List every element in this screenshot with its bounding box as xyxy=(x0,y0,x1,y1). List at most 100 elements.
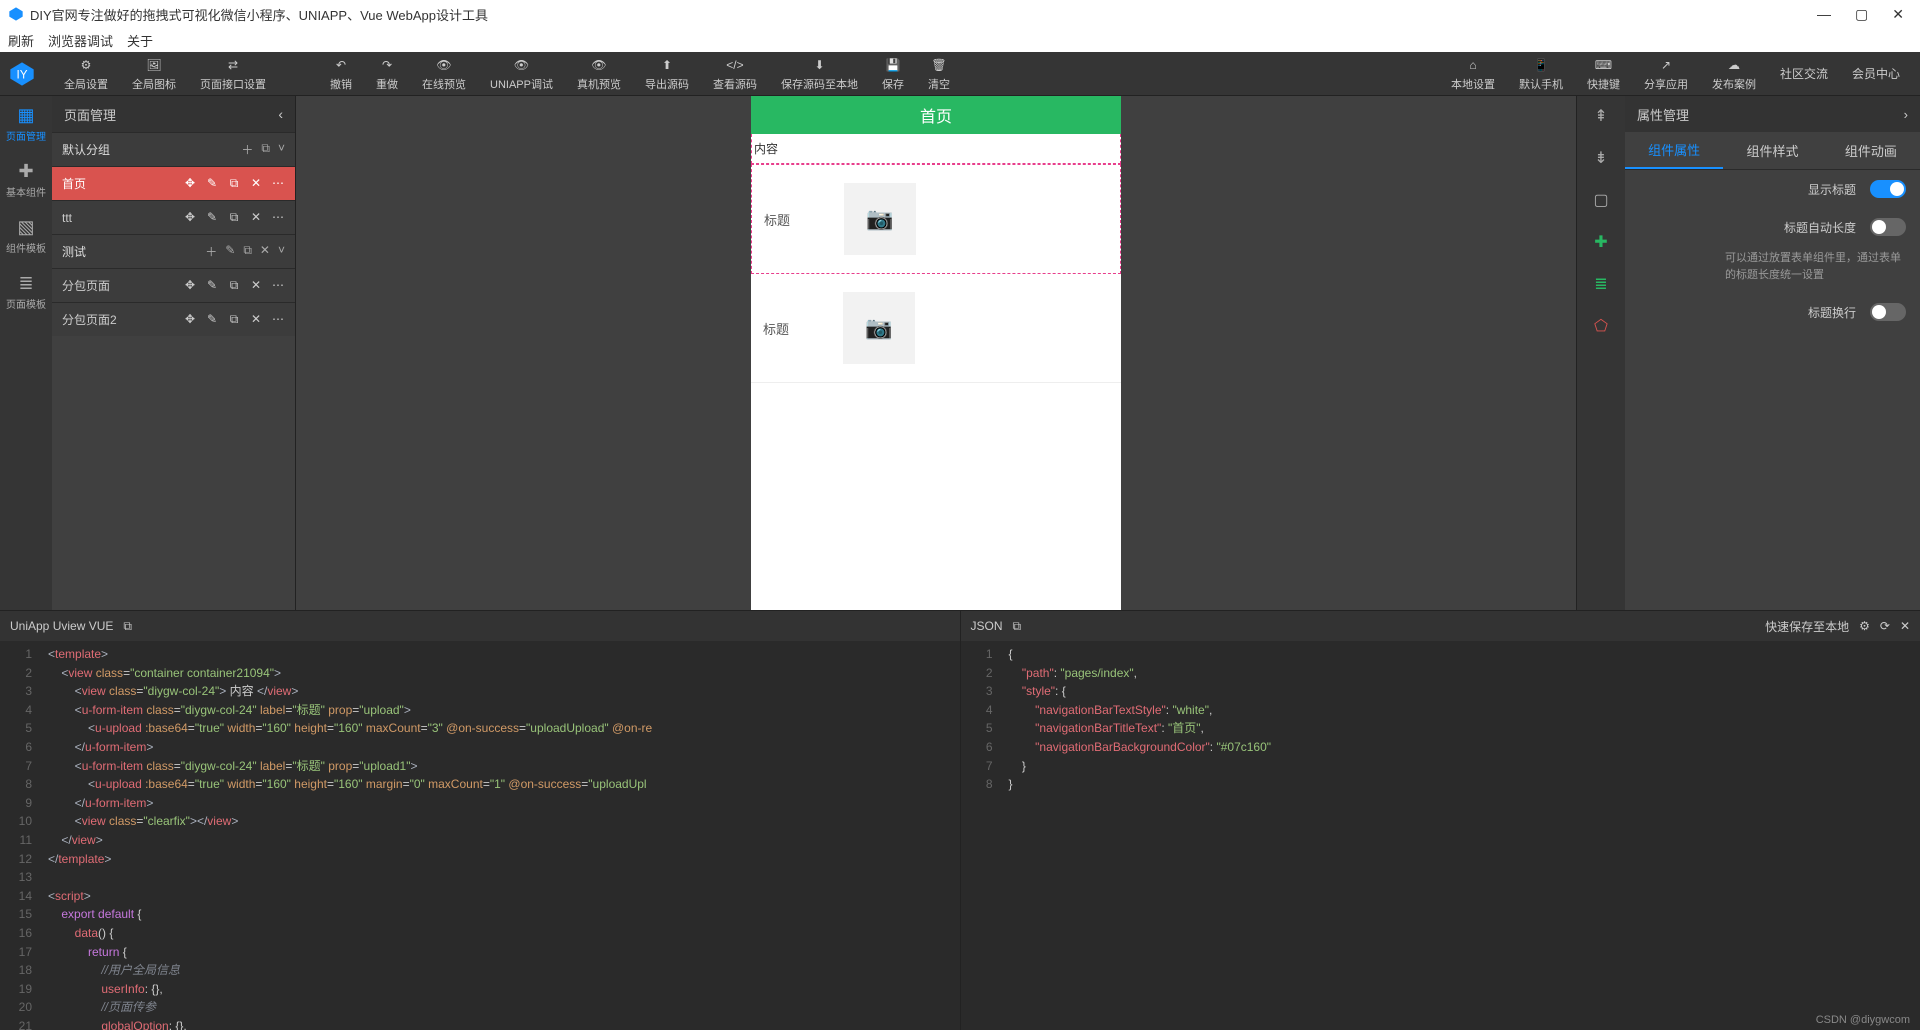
copy-icon[interactable]: ⧉ xyxy=(227,278,241,293)
form-row-2[interactable]: 标题 📷 xyxy=(751,274,1121,383)
blocks-icon: ▧ xyxy=(16,218,36,238)
more-icon[interactable]: ⋯ xyxy=(271,176,285,191)
maximize-button[interactable]: ▢ xyxy=(1855,6,1868,23)
community-link[interactable]: 社区交流 xyxy=(1768,65,1840,82)
save-local-button[interactable]: ⬇保存源码至本地 xyxy=(769,56,870,92)
global-icons-button[interactable]: 🖼全局图标 xyxy=(120,56,188,92)
toggle-show-title[interactable] xyxy=(1870,180,1906,198)
refresh-icon[interactable]: ⟳ xyxy=(1880,619,1890,633)
home-icon: ⌂ xyxy=(1464,56,1482,74)
align-top-icon[interactable]: ⇞ xyxy=(1594,106,1607,126)
global-settings-button[interactable]: ⚙全局设置 xyxy=(52,56,120,92)
tree-item-subpage1[interactable]: 分包页面 ✥✎⧉✕⋯ xyxy=(52,268,295,302)
more-icon[interactable]: ⋯ xyxy=(271,278,285,293)
uniapp-debug-button[interactable]: 👁UNIAPP调试 xyxy=(478,56,565,92)
undo-button[interactable]: ↶撤销 xyxy=(318,56,364,92)
list-icon[interactable]: ≣ xyxy=(1594,274,1607,294)
gear-icon[interactable]: ⚙ xyxy=(1859,619,1870,633)
move-icon[interactable]: ✥ xyxy=(183,210,197,225)
chevron-down-icon[interactable]: ˅ xyxy=(278,243,285,260)
chevron-down-icon[interactable]: ˅ xyxy=(278,141,285,158)
delete-icon[interactable]: ✕ xyxy=(249,278,263,293)
close-button[interactable]: ✕ xyxy=(1892,6,1904,23)
clear-button[interactable]: 🗑清空 xyxy=(916,56,962,92)
toggle-title-auto-len[interactable] xyxy=(1870,218,1906,236)
redo-button[interactable]: ↷重做 xyxy=(364,56,410,92)
minimize-button[interactable]: — xyxy=(1817,6,1831,23)
edit-icon[interactable]: ✎ xyxy=(205,176,219,191)
shortcuts-button[interactable]: ⌨快捷键 xyxy=(1575,56,1632,92)
upload-placeholder-icon[interactable]: 📷 xyxy=(843,292,915,364)
code-area[interactable]: <template> <view class="container contai… xyxy=(40,641,960,1030)
delete-icon[interactable]: ✕ xyxy=(249,312,263,327)
member-link[interactable]: 会员中心 xyxy=(1840,65,1912,82)
phone-header: 首页 xyxy=(751,96,1121,134)
online-preview-button[interactable]: 👁在线预览 xyxy=(410,56,478,92)
menu-about[interactable]: 关于 xyxy=(127,31,153,50)
device-preview-button[interactable]: 👁真机预览 xyxy=(565,56,633,92)
edit-icon[interactable]: ✎ xyxy=(225,243,235,260)
toggle-title-wrap[interactable] xyxy=(1870,303,1906,321)
upload-placeholder-icon[interactable]: 📷 xyxy=(844,183,916,255)
move-icon[interactable]: ✥ xyxy=(183,176,197,191)
move-icon[interactable]: ✥ xyxy=(183,312,197,327)
share-app-button[interactable]: ↗分享应用 xyxy=(1632,56,1700,92)
code-area[interactable]: { "path": "pages/index", "style": { "nav… xyxy=(1001,641,1920,1030)
tab-templates[interactable]: ▧组件模板 xyxy=(0,208,52,264)
copy-icon[interactable]: ⧉ xyxy=(227,210,241,225)
tab-props[interactable]: 组件属性 xyxy=(1625,132,1723,169)
eye-icon: 👁 xyxy=(435,56,453,74)
edit-icon[interactable]: ✎ xyxy=(205,210,219,225)
copy-icon[interactable]: ⧉ xyxy=(227,312,241,327)
page-api-button[interactable]: ⇄页面接口设置 xyxy=(188,56,278,92)
delete-icon[interactable]: ✕ xyxy=(260,243,270,260)
expand-right-icon[interactable]: › xyxy=(1904,107,1908,122)
default-phone-button[interactable]: 📱默认手机 xyxy=(1507,56,1575,92)
tab-anim[interactable]: 组件动画 xyxy=(1822,132,1920,169)
delete-icon[interactable]: ✕ xyxy=(249,176,263,191)
close-icon[interactable]: ✕ xyxy=(1900,619,1910,633)
tree-group-test[interactable]: 测试 ＋✎⧉✕˅ xyxy=(52,234,295,268)
prop-title-auto-len: 标题自动长度 xyxy=(1625,208,1920,246)
copy-icon[interactable]: ⧉ xyxy=(243,243,252,260)
copy-icon[interactable]: ⧉ xyxy=(261,141,270,158)
grid-icon: ▦ xyxy=(16,106,36,126)
copy-icon[interactable]: ⧉ xyxy=(227,176,241,191)
warning-icon[interactable]: ⬠ xyxy=(1594,316,1608,336)
copy-icon[interactable]: ⧉ xyxy=(1013,619,1022,634)
quick-save-button[interactable]: 快速保存至本地 xyxy=(1765,618,1849,635)
design-canvas[interactable]: 首页 内容 标题 📷 标题 📷 xyxy=(296,96,1576,610)
upload-icon: ☁ xyxy=(1725,56,1743,74)
local-settings-button[interactable]: ⌂本地设置 xyxy=(1439,56,1507,92)
more-icon[interactable]: ⋯ xyxy=(271,312,285,327)
menu-refresh[interactable]: 刷新 xyxy=(8,31,34,50)
tree-item-subpage2[interactable]: 分包页面2 ✥✎⧉✕⋯ xyxy=(52,302,295,336)
edit-icon[interactable]: ✎ xyxy=(205,312,219,327)
tab-page-templates[interactable]: ≣页面模板 xyxy=(0,264,52,320)
rect-icon[interactable]: ▢ xyxy=(1593,190,1608,210)
tree-group-default[interactable]: 默认分组 ＋⧉˅ xyxy=(52,132,295,166)
tab-pages[interactable]: ▦页面管理 xyxy=(0,96,52,152)
more-icon[interactable]: ⋯ xyxy=(271,210,285,225)
edit-icon[interactable]: ✎ xyxy=(205,278,219,293)
tree-item-ttt[interactable]: ttt ✥✎⧉✕⋯ xyxy=(52,200,295,234)
form-row-1[interactable]: 标题 📷 xyxy=(751,164,1121,274)
align-bottom-icon[interactable]: ⇟ xyxy=(1594,148,1607,168)
tab-components[interactable]: ✚基本组件 xyxy=(0,152,52,208)
tree-header-title: 页面管理 xyxy=(64,105,116,124)
add-icon[interactable]: ＋ xyxy=(205,243,217,260)
content-label[interactable]: 内容 xyxy=(751,134,1121,164)
tab-styles[interactable]: 组件样式 xyxy=(1723,132,1821,169)
move-icon[interactable]: ✥ xyxy=(183,278,197,293)
export-code-button[interactable]: ⬆导出源码 xyxy=(633,56,701,92)
publish-case-button[interactable]: ☁发布案例 xyxy=(1700,56,1768,92)
tree-item-home[interactable]: 首页 ✥✎⧉✕⋯ xyxy=(52,166,295,200)
copy-icon[interactable]: ⧉ xyxy=(123,619,132,634)
menu-browser-debug[interactable]: 浏览器调试 xyxy=(48,31,113,50)
puzzle-icon[interactable]: ✚ xyxy=(1594,232,1607,252)
view-code-button[interactable]: </>查看源码 xyxy=(701,56,769,92)
save-button[interactable]: 💾保存 xyxy=(870,56,916,92)
add-icon[interactable]: ＋ xyxy=(241,141,253,158)
collapse-left-icon[interactable]: ‹ xyxy=(278,106,283,122)
delete-icon[interactable]: ✕ xyxy=(249,210,263,225)
